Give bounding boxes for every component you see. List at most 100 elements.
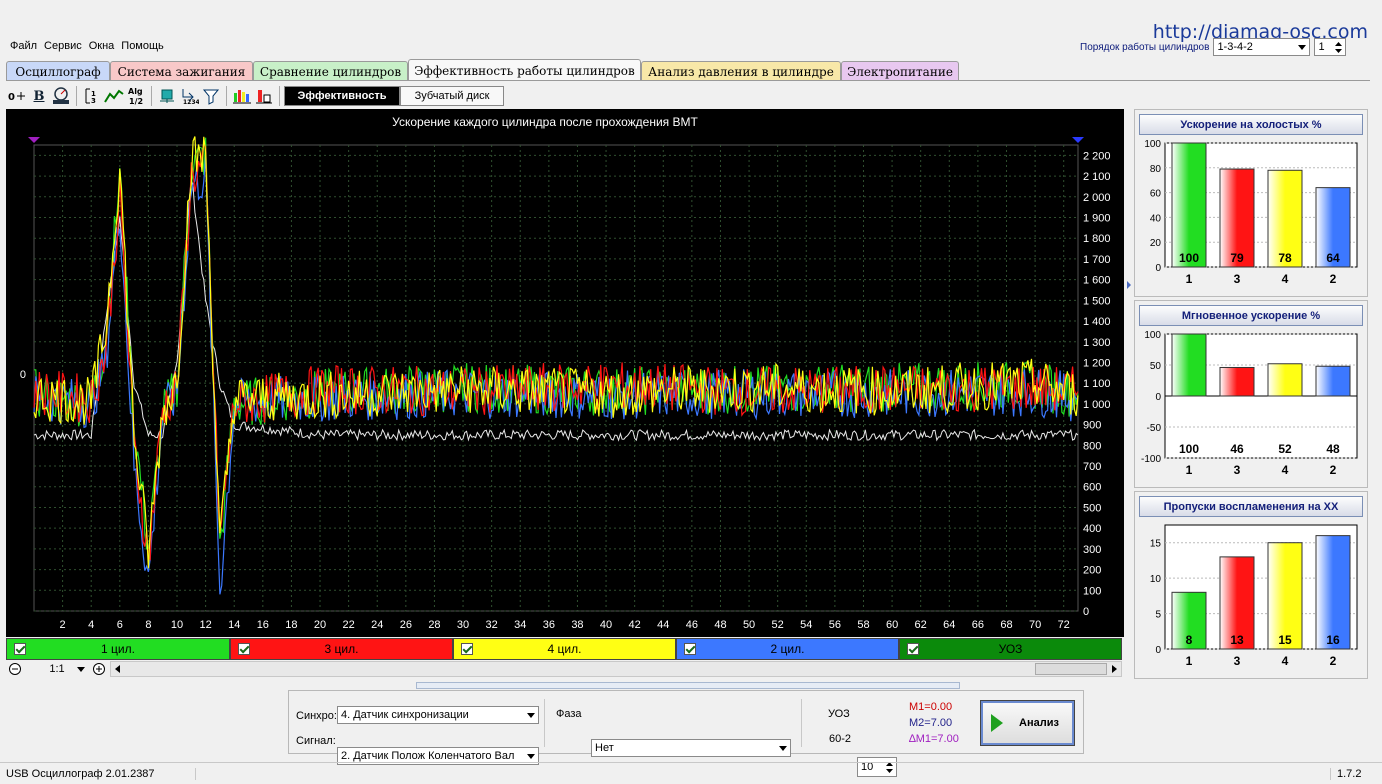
y-tick-label: 60	[1150, 189, 1162, 200]
zoom-select[interactable]: 1:1	[26, 661, 88, 677]
signal-label: Сигнал:	[296, 735, 336, 747]
x-tick-label: 10	[171, 619, 183, 631]
tab-cylinder-efficiency[interactable]: Эффективность работы цилиндров	[408, 59, 641, 81]
channel-label: 4 цил.	[547, 642, 582, 656]
category-label: 3	[1234, 654, 1241, 668]
control-panel: Синхро: 4. Датчик синхронизации Сигнал: …	[288, 690, 1084, 777]
idle-acceleration-chart: 100 80 60 40 20 0 100 1 79 3 78 4 64 2	[1144, 139, 1358, 286]
wheel-type: 60-2	[829, 733, 852, 745]
numbering-icon[interactable]: 1234	[178, 85, 200, 107]
x-tick-label: 24	[371, 619, 383, 631]
menu-file[interactable]: Файл	[10, 40, 37, 52]
y-tick-label: 1 200	[1083, 357, 1111, 369]
rpm-icon[interactable]	[50, 85, 72, 107]
x-tick-label: 36	[543, 619, 555, 631]
scroll-thumb[interactable]	[1035, 663, 1107, 675]
bar	[1171, 142, 1207, 268]
y-tick-label: 700	[1083, 461, 1101, 473]
x-tick-label: 26	[400, 619, 412, 631]
channel-uoz[interactable]: УОЗ	[899, 638, 1122, 660]
toolbar-separator	[151, 86, 152, 106]
toolbar-separator	[226, 86, 227, 106]
tab-cylinder-compare[interactable]: Сравнение цилиндров	[253, 61, 408, 81]
menu-help[interactable]: Помощь	[121, 40, 164, 52]
category-label: 4	[1282, 463, 1289, 477]
y-tick-label: 5	[1155, 610, 1161, 621]
tab-power-supply[interactable]: Электропитание	[841, 61, 959, 81]
panel-title: Пропуски воспламенения на ХХ	[1139, 496, 1363, 517]
bar	[1315, 365, 1351, 397]
bar	[1315, 535, 1351, 650]
menu-service[interactable]: Сервис	[44, 40, 82, 52]
bar-value-label: 100	[1179, 251, 1199, 265]
cylinder-select[interactable]: 1	[1314, 38, 1347, 56]
category-label: 4	[1282, 654, 1289, 668]
tab-label: Система зажигания	[117, 64, 246, 79]
channel-1[interactable]: 1 цил.	[6, 638, 230, 660]
phase-value: Нет	[595, 742, 614, 754]
channel-2[interactable]: 2 цил.	[676, 638, 899, 660]
horizontal-scrollbar[interactable]	[110, 661, 1122, 677]
channel-label: 2 цил.	[770, 642, 805, 656]
cylinder-icon[interactable]	[156, 85, 178, 107]
analyze-button[interactable]: Анализ	[980, 700, 1075, 746]
phase-select[interactable]: Нет	[591, 739, 791, 757]
tab-label: Сравнение цилиндров	[259, 64, 402, 79]
x-tick-label: 62	[915, 619, 927, 631]
y-tick-label: 600	[1083, 482, 1101, 494]
y-tick-label: 20	[1150, 238, 1162, 249]
tab-ignition[interactable]: Система зажигания	[110, 61, 253, 81]
x-tick-label: 50	[743, 619, 755, 631]
cylinder-order-value: 1-3-4-2	[1217, 41, 1253, 53]
bold-icon[interactable]: B	[28, 85, 50, 107]
bar-single-icon[interactable]	[253, 85, 275, 107]
oscilloscope-plot[interactable]: Ускорение каждого цилиндра после прохожд…	[6, 109, 1124, 637]
smooth-icon[interactable]	[103, 85, 125, 107]
cylinder-value: 1	[1318, 41, 1325, 53]
channel-3[interactable]: 3 цил.	[230, 638, 453, 660]
menu-windows[interactable]: Окна	[89, 40, 115, 52]
subtab-efficiency[interactable]: Эффективность	[284, 86, 400, 106]
bar	[1267, 363, 1303, 397]
y-tick-label: 1 500	[1083, 295, 1111, 307]
side-splitter[interactable]	[1126, 280, 1132, 290]
sync-select[interactable]: 4. Датчик синхронизации	[337, 706, 539, 724]
x-tick-label: 56	[829, 619, 841, 631]
zoom-value: 1:1	[49, 663, 65, 675]
panel-title: Мгновенное ускорение %	[1139, 305, 1363, 326]
bar-chart-icon[interactable]	[231, 85, 253, 107]
y-tick-label: 1 800	[1083, 233, 1111, 245]
y-tick-label: 2 100	[1083, 171, 1111, 183]
x-tick-label: 58	[857, 619, 869, 631]
marker-delta: ∆M1=7.00	[909, 733, 959, 745]
marker-m1-icon	[28, 137, 40, 143]
x-tick-label: 72	[1058, 619, 1070, 631]
range-icon[interactable]: 13	[81, 85, 103, 107]
channel-4[interactable]: 4 цил.	[453, 638, 676, 660]
marker-m2: M2=7.00	[909, 717, 953, 729]
scroll-left-icon[interactable]	[111, 662, 125, 676]
category-label: 1	[1186, 463, 1193, 477]
y-tick-label: 100	[1083, 585, 1101, 597]
splitter-bar[interactable]	[416, 682, 960, 689]
filter-icon[interactable]	[200, 85, 222, 107]
sync-value: 4. Датчик синхронизации	[341, 709, 469, 721]
category-label: 2	[1330, 463, 1337, 477]
status-bar: USB Осциллограф 2.01.2387 1.7.2	[0, 762, 1382, 784]
cylinder-order: Порядок работы цилиндров 1-3-4-2 1	[1080, 38, 1347, 56]
zoom-out-icon[interactable]	[8, 662, 22, 676]
y-tick-label: 1 700	[1083, 254, 1111, 266]
tab-divider	[6, 80, 1370, 81]
tab-oscilloscope[interactable]: Осциллограф	[6, 61, 110, 81]
algorithm-icon[interactable]: Alg 1/2	[125, 85, 147, 107]
x-tick-label: 20	[314, 619, 326, 631]
zoom-in-icon[interactable]	[92, 662, 106, 676]
subtab-toothed-disk[interactable]: Зубчатый диск	[400, 86, 504, 106]
tab-cylinder-pressure[interactable]: Анализ давления в цилиндре	[641, 61, 841, 81]
scroll-right-icon[interactable]	[1107, 662, 1121, 676]
x-tick-label: 22	[343, 619, 355, 631]
x-tick-label: 28	[428, 619, 440, 631]
bar-value-label: 78	[1278, 251, 1292, 265]
cylinder-order-select[interactable]: 1-3-4-2	[1213, 38, 1311, 56]
zero-offset-icon[interactable]: 0	[6, 85, 28, 107]
